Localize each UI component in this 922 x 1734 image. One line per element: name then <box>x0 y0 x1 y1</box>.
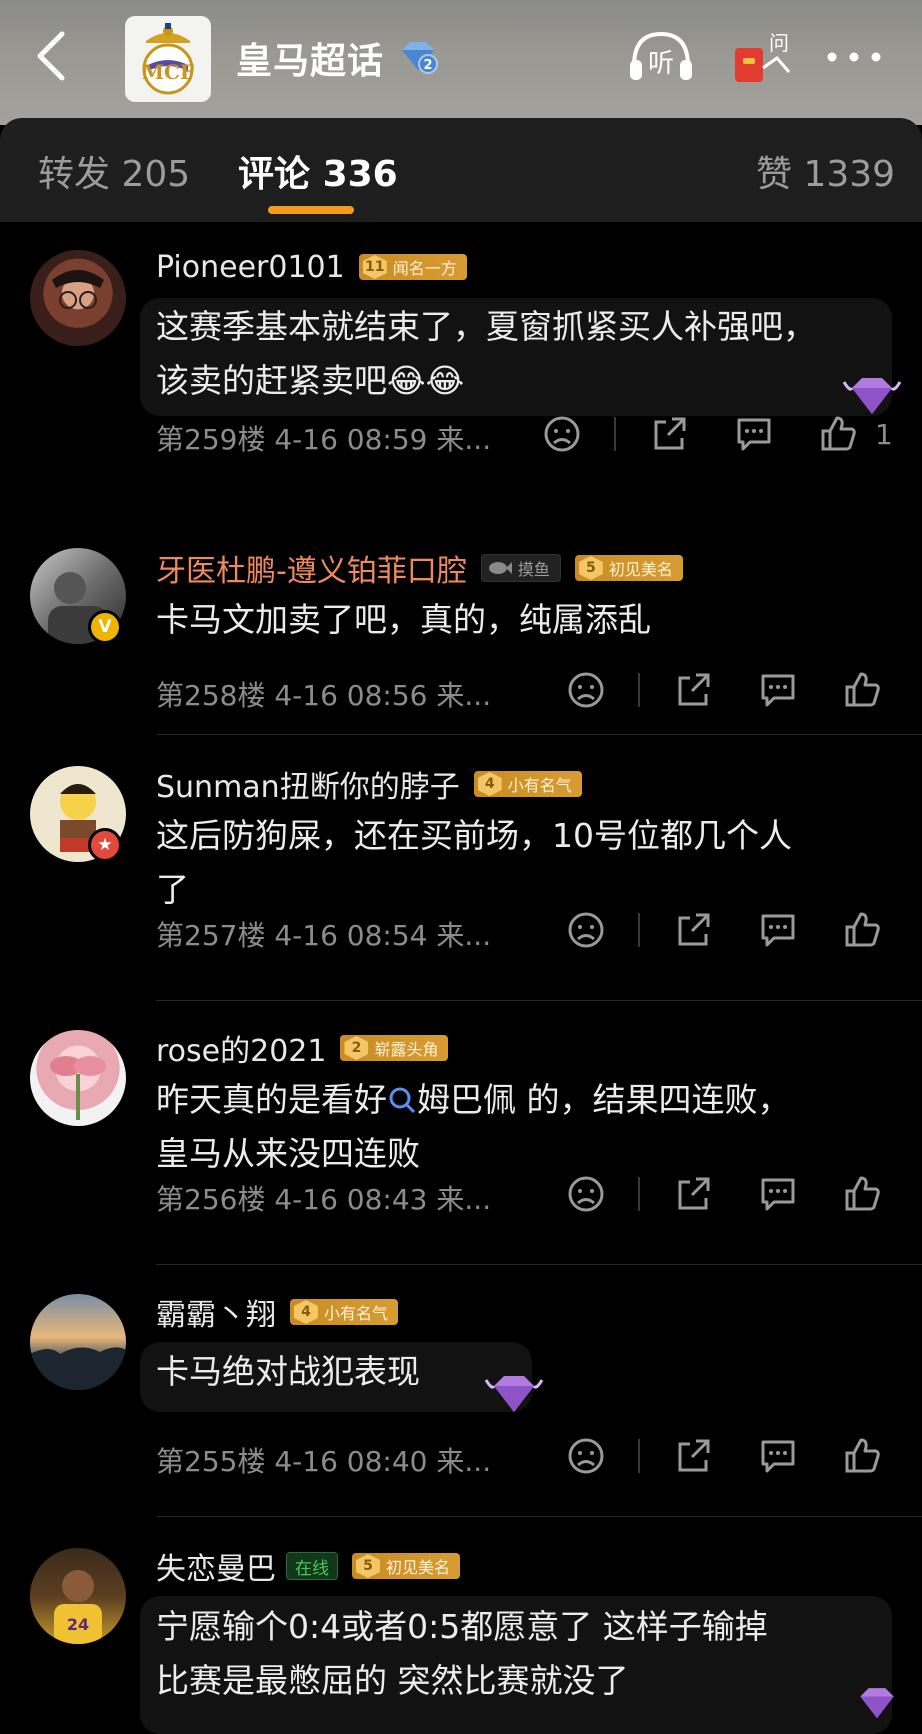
back-arrow-icon[interactable] <box>30 30 74 82</box>
dislike-icon[interactable] <box>566 670 606 710</box>
comment-icon[interactable] <box>758 910 798 950</box>
comment-meta: 第255楼 4-16 08:40 来... <box>156 1445 492 1478</box>
svg-text:2: 2 <box>423 58 432 73</box>
page-title: 皇马超话 <box>236 41 385 82</box>
divider <box>156 1000 922 1001</box>
comment-meta: 第257楼 4-16 08:54 来... <box>156 919 492 952</box>
avatar[interactable] <box>30 1294 126 1390</box>
purple-gem-icon <box>484 1376 544 1412</box>
comment-text: 卡马文加卖了吧，真的，纯属添乱 <box>156 600 651 639</box>
username[interactable]: 牙医杜鹏-遵义铂菲口腔 <box>156 546 467 590</box>
share-icon[interactable] <box>674 910 714 950</box>
emoji-laugh-cry: 😂 <box>425 361 465 400</box>
share-icon[interactable] <box>674 670 714 710</box>
search-link[interactable]: 姆巴佩 <box>387 1073 516 1127</box>
comment-icon[interactable] <box>758 1174 798 1214</box>
verified-badge-icon: V <box>88 610 122 644</box>
emoji-laugh-cry: 😂 <box>387 361 426 400</box>
fan-medal: 4 小有名气 <box>290 1299 399 1325</box>
star-badge-icon: ★ <box>88 828 122 862</box>
username[interactable]: Pioneer0101 <box>156 250 345 285</box>
fan-medal: 4 小有名气 <box>473 771 582 797</box>
username[interactable]: rose的2021 <box>156 1026 326 1070</box>
more-icon[interactable] <box>824 46 884 68</box>
divider <box>156 1516 922 1517</box>
gem-badge-icon: 2 <box>402 42 438 74</box>
avatar[interactable] <box>30 250 126 346</box>
like-count: 1 <box>875 418 893 451</box>
comment-icon[interactable] <box>734 414 774 454</box>
share-icon[interactable] <box>650 414 690 454</box>
dislike-icon[interactable] <box>566 910 606 950</box>
fan-medal: 11 闻名一方 <box>358 254 467 280</box>
svg-text:24: 24 <box>67 1615 89 1634</box>
avatar[interactable]: 24 <box>30 1548 126 1644</box>
tab-likes[interactable]: 赞 1339 <box>756 145 895 197</box>
active-tab-indicator <box>268 206 354 214</box>
like-icon[interactable] <box>818 414 858 454</box>
like-icon[interactable] <box>842 670 882 710</box>
username[interactable]: Sunman扭断你的脖子 <box>156 762 460 806</box>
comment-meta: 第256楼 4-16 08:43 来... <box>156 1183 492 1216</box>
fish-tag: 摸鱼 <box>480 554 561 582</box>
comment-text: 这后防狗屎，还在买前场，10号位都几个人 了 <box>156 816 792 909</box>
listen-headphones-icon[interactable]: 听 <box>626 28 696 84</box>
like-icon[interactable] <box>842 1174 882 1214</box>
comment-meta: 第258楼 4-16 08:56 来... <box>156 679 492 712</box>
comment-text: 这赛季基本就结束了，夏窗抓紧买人补强吧， 该卖的赶紧卖吧😂😂 <box>156 307 816 400</box>
dislike-icon[interactable] <box>542 414 582 454</box>
comment-icon[interactable] <box>758 670 798 710</box>
online-status-badge: 在线 <box>286 1552 338 1580</box>
fan-medal: 2 崭露头角 <box>340 1035 449 1061</box>
username[interactable]: 失恋曼巴 <box>156 1544 276 1588</box>
divider <box>156 1264 922 1265</box>
club-crest-icon[interactable]: MCF <box>125 16 211 102</box>
comment-text: 昨天真的是看好 姆巴佩 的，结果四连败， 皇马从来没四连败 <box>156 1073 791 1181</box>
fish-icon <box>488 562 512 574</box>
dislike-icon[interactable] <box>566 1174 606 1214</box>
dislike-icon[interactable] <box>566 1436 606 1476</box>
svg-text:问: 问 <box>769 31 789 55</box>
top-bar: MCF 皇马超话 2 听 问 <box>0 0 922 125</box>
comment-icon[interactable] <box>758 1436 798 1476</box>
divider <box>156 734 922 735</box>
comment-text: 卡马绝对战犯表现 <box>156 1352 420 1391</box>
search-icon <box>389 1087 416 1114</box>
comment-meta: 第259楼 4-16 08:59 来... <box>156 423 492 456</box>
fan-medal: 5 初见美名 <box>574 555 683 581</box>
purple-gem-icon <box>860 1688 894 1719</box>
tab-bar: 转发 205 评论 336 赞 1339 <box>0 118 922 222</box>
tab-reposts[interactable]: 转发 205 <box>38 145 190 197</box>
fan-medal: 5 初见美名 <box>352 1553 461 1579</box>
comment-text: 宁愿输个0:4或者0:5都愿意了 这样子输掉 比赛是最憋屈的 突然比赛就没了 <box>156 1607 768 1700</box>
tab-comments[interactable]: 评论 336 <box>238 145 398 197</box>
svg-text:MCF: MCF <box>142 60 194 84</box>
like-icon[interactable] <box>842 910 882 950</box>
like-icon[interactable] <box>842 1436 882 1476</box>
username[interactable]: 霸霸丶翔 <box>156 1290 276 1334</box>
avatar[interactable] <box>30 1030 126 1126</box>
share-icon[interactable] <box>674 1436 714 1476</box>
svg-text:听: 听 <box>648 49 674 79</box>
share-icon[interactable] <box>674 1174 714 1214</box>
red-envelope-icon[interactable]: 问 <box>733 28 793 84</box>
